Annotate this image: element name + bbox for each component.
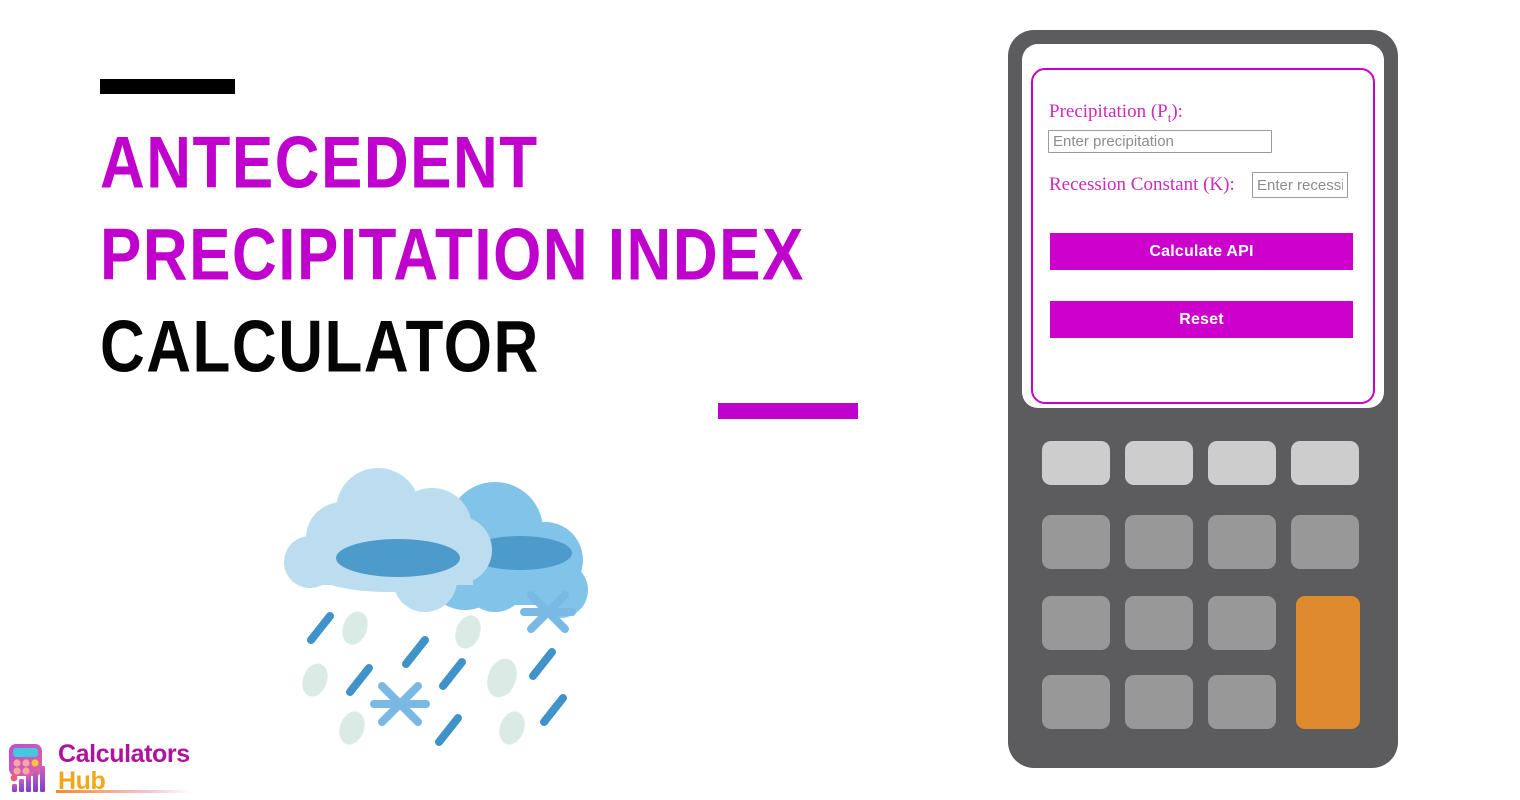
recession-constant-label: Recession Constant (K): (1049, 174, 1235, 195)
keypad-key-r2c4[interactable] (1291, 515, 1359, 569)
calculate-api-button[interactable]: Calculate API (1050, 233, 1353, 270)
brand-logo-underline (56, 790, 191, 793)
calculator-keypad (1042, 441, 1360, 729)
keypad-key-r3c2[interactable] (1125, 596, 1193, 650)
calculator-bar-chart-logo-icon (9, 744, 45, 792)
page-title: Antecedent Precipitation Index Calculato… (100, 118, 1000, 394)
brand-logo-text: Calculators Hub (58, 742, 190, 794)
keypad-key-r4c2[interactable] (1125, 675, 1193, 729)
keypad-key-r1c1[interactable] (1042, 441, 1110, 485)
keypad-key-r1c4[interactable] (1291, 441, 1359, 485)
keypad-key-r2c2[interactable] (1125, 515, 1193, 569)
precipitation-label: Precipitation (Pt): (1049, 101, 1183, 126)
recession-constant-input[interactable] (1252, 172, 1348, 198)
brand-logo[interactable]: Calculators Hub (4, 738, 204, 798)
title-rule-top (100, 79, 235, 94)
precipitation-label-tail: ): (1171, 101, 1183, 122)
page-title-line-1: Antecedent (100, 122, 539, 205)
poster-canvas: Antecedent Precipitation Index Calculato… (0, 0, 1520, 800)
precipitation-input[interactable] (1048, 130, 1272, 153)
reset-button[interactable]: Reset (1050, 301, 1353, 338)
keypad-key-r4c1[interactable] (1042, 675, 1110, 729)
page-title-line-3: Calculator (100, 306, 540, 389)
keypad-key-r4c3[interactable] (1208, 675, 1276, 729)
rain-and-snow-clouds-icon (284, 468, 588, 746)
droplet-group (302, 611, 525, 745)
keypad-key-r1c3[interactable] (1208, 441, 1276, 485)
precipitation-label-text: Precipitation (P (1049, 101, 1168, 122)
keypad-key-r2c3[interactable] (1208, 515, 1276, 569)
keypad-key-r2c1[interactable] (1042, 515, 1110, 569)
keypad-key-r1c2[interactable] (1125, 441, 1193, 485)
keypad-key-equals[interactable] (1296, 596, 1360, 729)
keypad-key-r3c3[interactable] (1208, 596, 1276, 650)
brand-logo-line-1: Calculators (58, 740, 190, 768)
page-title-line-2: Precipitation Index (100, 214, 805, 297)
keypad-key-r3c1[interactable] (1042, 596, 1110, 650)
title-rule-bottom (718, 403, 858, 419)
